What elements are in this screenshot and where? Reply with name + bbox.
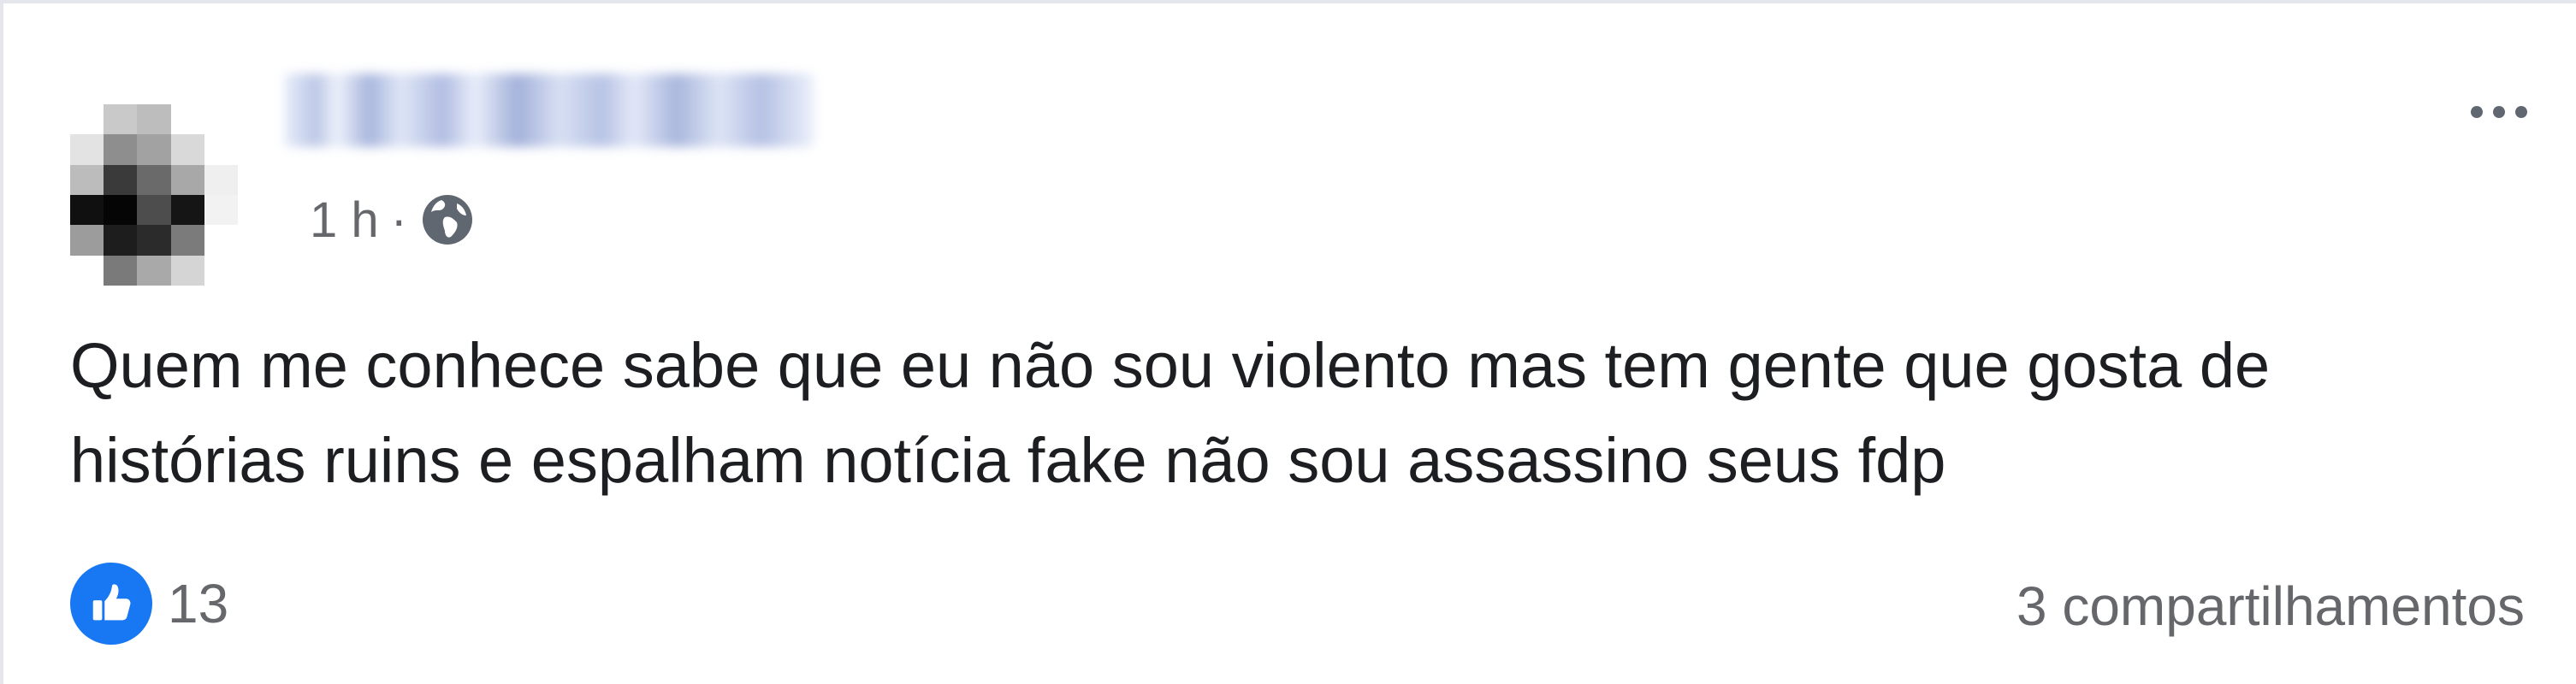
facebook-post: 1 h · Quem me conhece sabe que eu não so… [0,0,2576,684]
author-name[interactable] [284,74,814,147]
more-horizontal-icon [2471,106,2483,118]
post-text-line: histórias ruins e espalham notícia fake … [70,425,1946,496]
globe-icon [419,192,476,248]
meta-separator: · [390,192,407,248]
avatar[interactable] [70,104,238,286]
post-timestamp[interactable]: 1 h [310,192,379,249]
shares-count-link[interactable]: 3 compartilhamentos [2016,568,2525,645]
post-meta: 1 h · [310,190,476,250]
post-text-line: Quem me conhece sabe que eu não sou viol… [70,330,2271,401]
reactions-summary[interactable]: 13 [70,561,228,646]
reaction-count: 13 [168,573,229,634]
more-options-button[interactable] [2448,82,2550,142]
post-text: Quem me conhece sabe que eu não sou viol… [70,318,2534,508]
like-icon [70,563,152,645]
